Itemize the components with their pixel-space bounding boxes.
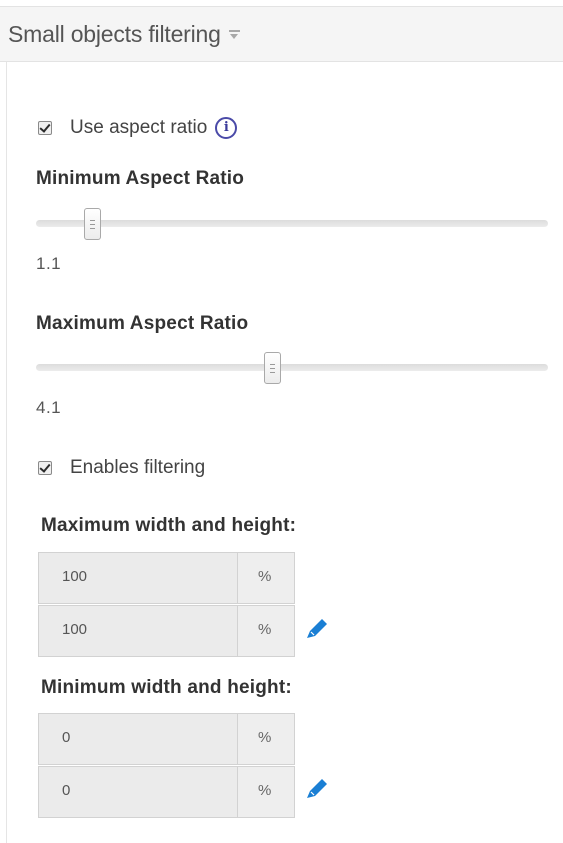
small-objects-filtering-panel: Small objects filtering Use aspect ratio… [0, 0, 563, 843]
min-aspect-ratio-value: 1.1 [36, 254, 62, 273]
panel-left-border [6, 62, 7, 843]
min-width-input[interactable]: 0 [39, 714, 238, 764]
panel-header[interactable]: Small objects filtering [0, 6, 563, 62]
pencil-icon[interactable] [302, 616, 330, 644]
slider-handle[interactable] [84, 208, 102, 240]
max-height-input[interactable]: 100 [39, 606, 238, 656]
grip-line [90, 224, 96, 225]
grip-line [90, 220, 96, 221]
grip-line [90, 228, 96, 229]
pencil-body [307, 779, 327, 798]
use-aspect-ratio-checkbox[interactable] [38, 121, 52, 135]
max-width-input-group: 100 % [38, 552, 295, 604]
min-aspect-ratio-slider[interactable] [36, 207, 548, 241]
max-size-label: Maximum width and height: [41, 515, 297, 536]
max-aspect-ratio-value: 4.1 [36, 398, 62, 417]
min-aspect-ratio-label: Minimum Aspect Ratio [36, 168, 245, 189]
pencil-icon[interactable] [302, 776, 330, 804]
min-height-input[interactable]: 0 [39, 767, 238, 817]
checkmark-icon [39, 461, 51, 473]
min-width-unit: % [238, 714, 294, 764]
caret-down-icon[interactable] [228, 30, 241, 40]
slider-track[interactable] [36, 364, 548, 371]
min-height-unit: % [238, 767, 294, 817]
slider-handle[interactable] [263, 352, 281, 384]
max-aspect-ratio-slider[interactable] [36, 351, 548, 385]
min-width-input-group: 0 % [38, 713, 295, 765]
max-aspect-ratio-label: Maximum Aspect Ratio [36, 313, 249, 334]
panel-title[interactable]: Small objects filtering [8, 21, 241, 48]
enables-filtering-row: Enables filtering [38, 455, 205, 481]
max-height-unit: % [238, 606, 294, 656]
info-icon[interactable]: i [215, 117, 238, 139]
min-height-input-group: 0 % [38, 766, 295, 818]
grip-line [269, 368, 275, 369]
use-aspect-ratio-row: Use aspect ratio i [38, 115, 238, 141]
enables-filtering-checkbox[interactable] [38, 461, 52, 475]
slider-track[interactable] [36, 220, 548, 227]
max-width-input[interactable]: 100 [39, 553, 238, 603]
checkmark-icon [39, 121, 51, 133]
grip-line [269, 372, 275, 373]
panel-title-text: Small objects filtering [8, 21, 221, 47]
max-width-unit: % [238, 553, 294, 603]
min-size-label: Minimum width and height: [41, 677, 292, 698]
enables-filtering-label[interactable]: Enables filtering [70, 457, 205, 479]
use-aspect-ratio-label[interactable]: Use aspect ratio [70, 117, 207, 139]
pencil-shape [307, 779, 327, 798]
grip-line [269, 364, 275, 365]
max-height-input-group: 100 % [38, 605, 295, 657]
